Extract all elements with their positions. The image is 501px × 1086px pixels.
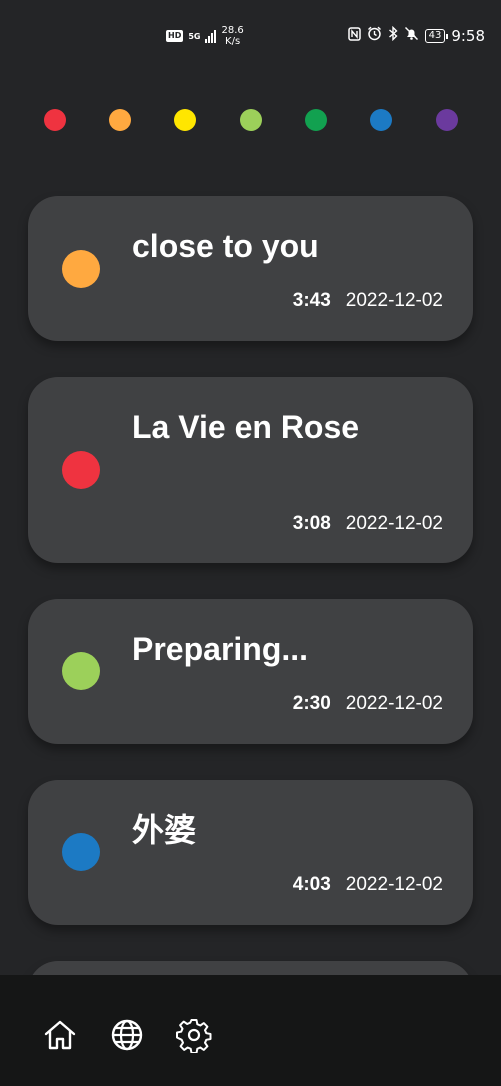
home-icon[interactable] bbox=[42, 1017, 78, 1053]
recording-date: 2022-12-02 bbox=[345, 693, 443, 714]
speed-unit: K/s bbox=[225, 36, 241, 47]
recording-duration: 4:03 bbox=[292, 874, 331, 895]
color-filter-orange[interactable] bbox=[109, 109, 131, 131]
bottom-nav bbox=[0, 975, 501, 1086]
network-speed: 28.6 K/s bbox=[221, 25, 243, 47]
recording-meta: 3:43 2022-12-02 bbox=[293, 290, 443, 312]
recording-title: La Vie en Rose bbox=[132, 409, 360, 445]
status-left: HD 5G 28.6 K/s bbox=[166, 25, 244, 47]
color-filter-purple[interactable] bbox=[436, 109, 458, 131]
recording-meta: 2:30 2022-12-02 bbox=[293, 693, 443, 715]
hd-badge: HD bbox=[166, 30, 184, 42]
card-color-dot bbox=[62, 451, 100, 489]
recording-card[interactable]: close to you 3:43 2022-12-02 bbox=[28, 196, 473, 341]
mute-icon bbox=[404, 26, 419, 46]
alarm-icon bbox=[367, 26, 382, 46]
color-filter-row bbox=[0, 109, 501, 131]
color-filter-blue[interactable] bbox=[370, 109, 392, 131]
recording-duration: 3:43 bbox=[292, 290, 331, 311]
card-color-dot bbox=[62, 833, 100, 871]
recording-meta: 3:08 2022-12-02 bbox=[293, 513, 443, 535]
card-color-dot bbox=[62, 250, 100, 288]
recording-duration: 3:08 bbox=[292, 513, 331, 534]
nfc-icon bbox=[347, 26, 361, 46]
recording-duration: 2:30 bbox=[292, 693, 331, 714]
recording-title: close to you bbox=[132, 228, 319, 264]
recording-meta: 4:03 2022-12-02 bbox=[293, 874, 443, 896]
recording-title: 外婆 bbox=[132, 812, 197, 848]
recording-title: Preparing... bbox=[132, 631, 309, 667]
settings-icon[interactable] bbox=[176, 1017, 212, 1054]
signal-icon bbox=[205, 29, 217, 43]
clock: 9:58 bbox=[451, 27, 485, 45]
color-filter-red[interactable] bbox=[44, 109, 66, 131]
recording-date: 2022-12-02 bbox=[345, 874, 443, 895]
color-filter-green[interactable] bbox=[305, 109, 327, 131]
network-type: 5G bbox=[188, 31, 201, 41]
recording-card[interactable]: La Vie en Rose 3:08 2022-12-02 bbox=[28, 377, 473, 563]
status-right: 43 9:58 bbox=[347, 25, 485, 46]
battery-icon: 43 bbox=[424, 29, 449, 43]
recording-date: 2022-12-02 bbox=[345, 290, 443, 311]
recording-card[interactable]: Preparing... 2:30 2022-12-02 bbox=[28, 599, 473, 744]
bluetooth-icon bbox=[388, 25, 398, 46]
speed-value: 28.6 bbox=[221, 25, 244, 36]
recording-card[interactable]: 外婆 4:03 2022-12-02 bbox=[28, 780, 473, 925]
card-color-dot bbox=[62, 652, 100, 690]
recording-date: 2022-12-02 bbox=[345, 513, 443, 534]
color-filter-yellow[interactable] bbox=[174, 109, 196, 131]
status-bar: HD 5G 28.6 K/s 43 9:58 bbox=[0, 0, 501, 76]
globe-icon[interactable] bbox=[109, 1017, 145, 1053]
color-filter-light-green[interactable] bbox=[240, 109, 262, 131]
